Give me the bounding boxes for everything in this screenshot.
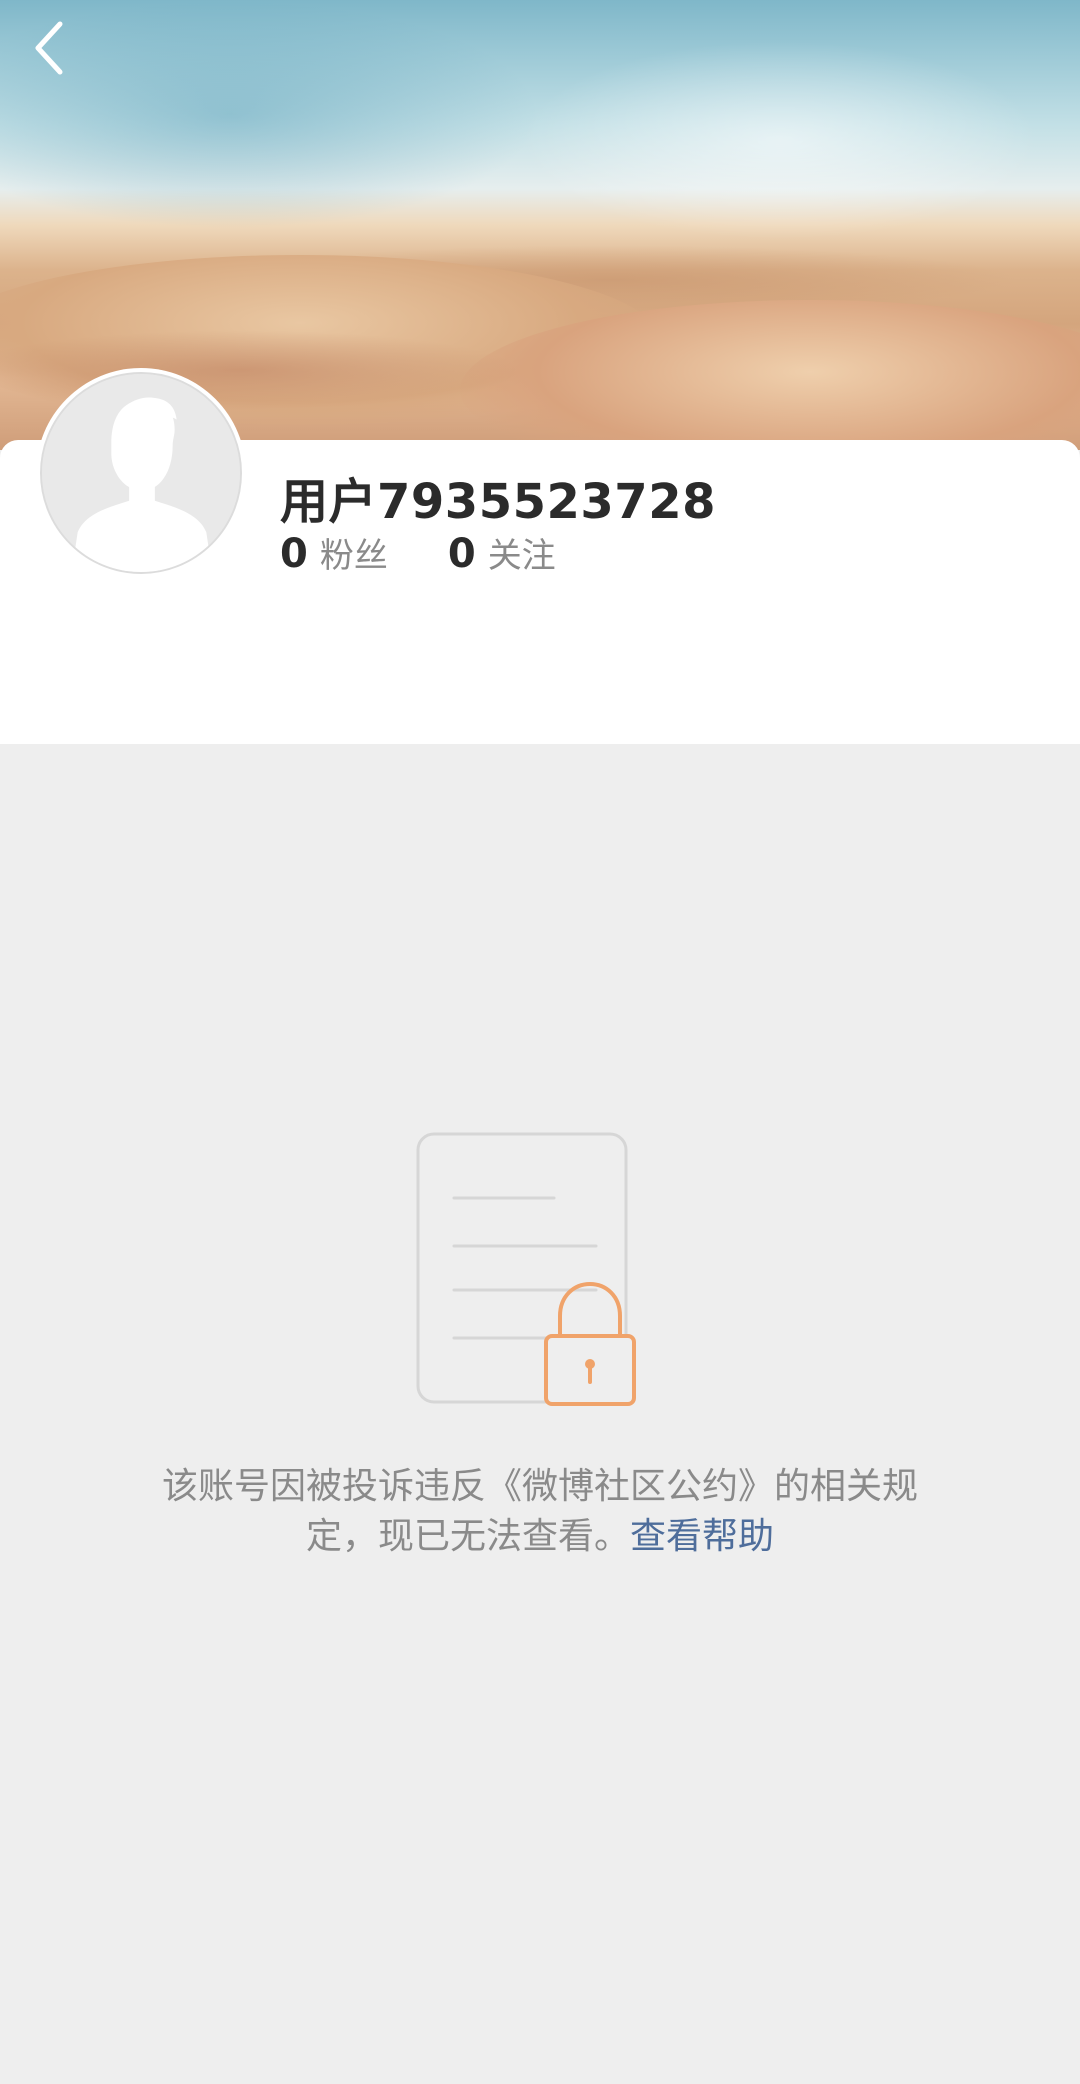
username: 用户7935523728 [280,474,716,530]
profile-stats: 0 粉丝 0 关注 [280,528,556,577]
notice-line-1: 该账号因被投诉违反《微博社区公约》的相关规 [161,1466,918,1507]
view-help-link[interactable]: 查看帮助 [630,1516,774,1557]
followers-label: 粉丝 [319,536,388,576]
notice-line-2: 定，现已无法查看。查看帮助 [120,1512,960,1562]
chevron-left-icon [35,21,63,75]
avatar[interactable] [36,368,246,578]
notice-line-2-text: 定，现已无法查看。 [305,1516,630,1557]
followers-stat[interactable]: 0 粉丝 [280,528,388,577]
account-restricted-notice: 该账号因被投诉违反《微博社区公约》的相关规 定，现已无法查看。查看帮助 [120,1462,960,1562]
back-button[interactable] [22,18,78,78]
following-count: 0 [447,531,476,577]
following-label: 关注 [487,536,556,576]
followers-count: 0 [280,531,308,577]
document-with-lock-icon [410,1126,670,1416]
default-avatar-icon [42,374,240,572]
following-stat[interactable]: 0 关注 [448,528,556,577]
